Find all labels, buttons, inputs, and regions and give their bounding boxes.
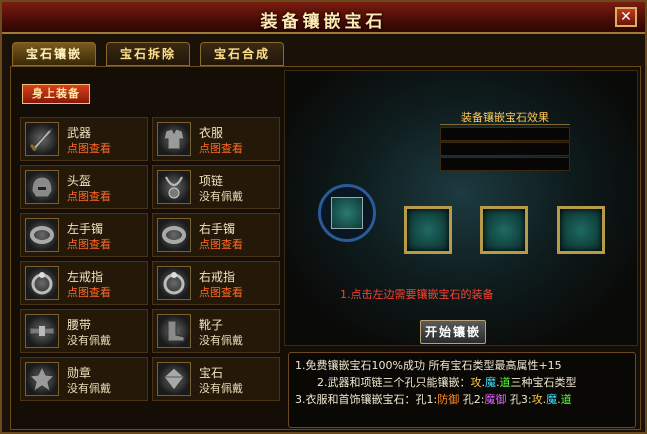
slot-name: 左手镯 <box>67 222 104 236</box>
slot-left-ring[interactable]: 左戒指 点图查看 <box>20 261 148 305</box>
note-text: 三种宝石类型 <box>510 376 577 389</box>
slot-status: 没有佩戴 <box>67 382 111 395</box>
slot-name: 靴子 <box>199 318 224 332</box>
effect-row <box>440 157 570 171</box>
slot-belt[interactable]: 腰带 没有佩戴 <box>20 309 148 353</box>
note-text: 孔3: <box>506 393 532 406</box>
start-inlay-button[interactable]: 开始镶嵌 <box>420 320 486 344</box>
slot-helmet[interactable]: 头盔 点图查看 <box>20 165 148 209</box>
slot-right-ring[interactable]: 右戒指 点图查看 <box>152 261 280 305</box>
slot-right-bracelet[interactable]: 右手镯 点图查看 <box>152 213 280 257</box>
note-line-1: 1.免费镶嵌宝石100%成功 所有宝石类型最高属性+15 <box>295 359 562 372</box>
slot-name: 右戒指 <box>199 270 236 284</box>
belt-icon[interactable] <box>25 314 59 348</box>
slot-name: 头盔 <box>67 174 92 188</box>
medal-icon[interactable] <box>25 362 59 396</box>
slot-name: 腰带 <box>67 318 92 332</box>
ring-icon[interactable] <box>25 266 59 300</box>
effect-row <box>440 127 570 141</box>
hint-text: 1.点击左边需要镶嵌宝石的装备 <box>340 288 494 301</box>
close-button[interactable]: ✕ <box>615 7 637 27</box>
slot-medal[interactable]: 勋章 没有佩戴 <box>20 357 148 401</box>
slot-status[interactable]: 点图查看 <box>67 284 111 300</box>
slot-status: 没有佩戴 <box>199 382 243 395</box>
equipped-items-header: 身上装备 <box>22 84 90 104</box>
ring-icon[interactable] <box>157 266 191 300</box>
slot-name: 武器 <box>67 126 92 140</box>
slot-status[interactable]: 点图查看 <box>67 236 111 252</box>
gem-type-tao: 道 <box>499 376 511 389</box>
note-text: 3.衣服和首饰镶嵌宝石：孔1: <box>295 393 438 406</box>
note-line-2: 2.武器和项链三个孔只能镶嵌：攻.魔.道三种宝石类型 <box>317 376 577 389</box>
necklace-icon[interactable] <box>157 170 191 204</box>
note-line-3: 3.衣服和首饰镶嵌宝石：孔1:防御 孔2:魔御 孔3:攻.魔.道 <box>295 393 572 406</box>
slot-name: 勋章 <box>67 366 92 380</box>
slot-necklace[interactable]: 项链 没有佩戴 <box>152 165 280 209</box>
gem-icon[interactable] <box>157 362 191 396</box>
slot-status: 没有佩戴 <box>67 334 111 347</box>
slot-status[interactable]: 点图查看 <box>199 140 243 156</box>
title-bar[interactable]: 装备镶嵌宝石 ✕ <box>2 2 645 34</box>
slot-gem[interactable]: 宝石 没有佩戴 <box>152 357 280 401</box>
gem-type-attack: 攻 <box>531 393 543 406</box>
gem-type-defense: 防御 <box>437 393 460 406</box>
tab-gem-remove[interactable]: 宝石拆除 <box>106 42 190 66</box>
gem-socket-3[interactable] <box>557 206 605 254</box>
slot-status: 没有佩戴 <box>199 190 243 203</box>
note-text: 2.武器和项链三个孔只能镶嵌： <box>317 376 471 389</box>
gem-socket-1[interactable] <box>404 206 452 254</box>
slot-status[interactable]: 点图查看 <box>199 284 243 300</box>
note-text: 孔2: <box>459 393 485 406</box>
equipment-socket[interactable] <box>318 184 376 242</box>
equipment-socket-slot <box>331 197 363 229</box>
window-title: 装备镶嵌宝石 <box>260 12 387 32</box>
slot-status[interactable]: 点图查看 <box>67 140 111 156</box>
gem-type-tao: 道 <box>560 393 572 406</box>
slot-left-bracelet[interactable]: 左手镯 点图查看 <box>20 213 148 257</box>
slot-status[interactable]: 点图查看 <box>199 236 243 252</box>
helmet-icon[interactable] <box>25 170 59 204</box>
inlay-effect-title: 装备镶嵌宝石效果 <box>440 109 570 125</box>
slot-name: 左戒指 <box>67 270 104 284</box>
slot-boots[interactable]: 靴子 没有佩戴 <box>152 309 280 353</box>
sword-icon[interactable] <box>25 122 59 156</box>
bracelet-icon[interactable] <box>157 218 191 252</box>
gem-type-magic: 魔 <box>485 376 496 389</box>
tab-gem-combine[interactable]: 宝石合成 <box>200 42 284 66</box>
slot-weapon[interactable]: 武器 点图查看 <box>20 117 148 161</box>
gem-socket-2[interactable] <box>480 206 528 254</box>
boots-icon[interactable] <box>157 314 191 348</box>
effect-row <box>440 142 570 156</box>
slot-status: 没有佩戴 <box>199 334 243 347</box>
gem-type-magic: 魔 <box>546 393 558 406</box>
bracelet-icon[interactable] <box>25 218 59 252</box>
slot-name: 衣服 <box>199 126 224 140</box>
slot-name: 右手镯 <box>199 222 236 236</box>
armor-icon[interactable] <box>157 122 191 156</box>
slot-status[interactable]: 点图查看 <box>67 188 111 204</box>
slot-name: 项链 <box>199 174 224 188</box>
close-icon: ✕ <box>620 9 632 25</box>
gem-type-magic-defense: 魔御 <box>484 393 507 406</box>
notes-box: 1.免费镶嵌宝石100%成功 所有宝石类型最高属性+15 2.武器和项链三个孔只… <box>288 352 636 428</box>
slot-armor[interactable]: 衣服 点图查看 <box>152 117 280 161</box>
tab-gem-inlay[interactable]: 宝石镶嵌 <box>12 42 96 66</box>
gem-type-attack: 攻 <box>470 376 482 389</box>
slot-name: 宝石 <box>199 366 224 380</box>
